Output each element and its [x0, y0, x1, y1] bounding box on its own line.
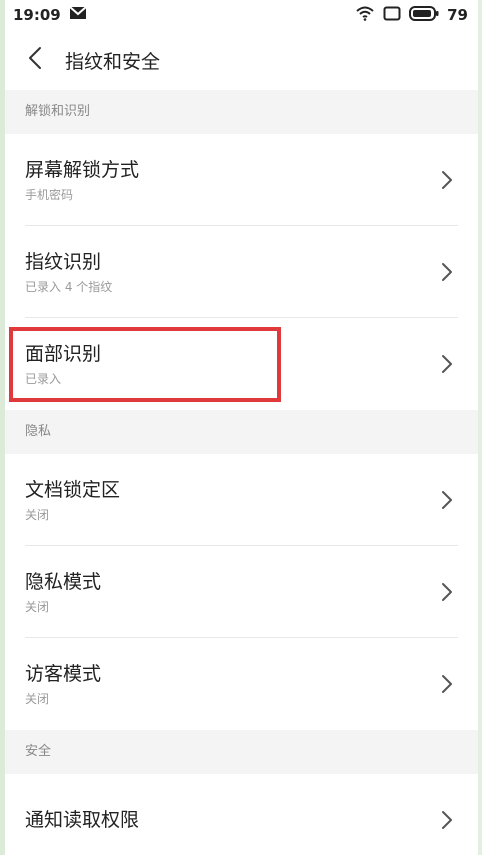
status-time: 19:09 — [13, 6, 61, 24]
chevron-left-icon — [28, 46, 42, 74]
item-subtitle: 关闭 — [25, 691, 50, 706]
chevron-right-icon — [442, 811, 452, 829]
mail-icon — [69, 6, 87, 24]
chevron-right-icon — [442, 171, 452, 189]
phone-screen: 19:09 79 指纹和安全 解锁和识别 屏幕解锁方式 手机密码 指纹识别 已录… — [5, 0, 478, 855]
item-subtitle: 手机密码 — [25, 187, 74, 202]
item-subtitle: 已录入 4 个指纹 — [25, 279, 113, 294]
list-item-screen-unlock[interactable]: 屏幕解锁方式 手机密码 — [5, 134, 478, 226]
status-bar: 19:09 79 — [5, 0, 478, 30]
chevron-right-icon — [442, 355, 452, 373]
section-header-security: 安全 — [5, 730, 478, 774]
item-title: 通知读取权限 — [25, 809, 140, 831]
item-title: 文档锁定区 — [25, 478, 121, 501]
back-button[interactable] — [5, 30, 65, 90]
item-title: 隐私模式 — [25, 570, 102, 593]
item-title: 屏幕解锁方式 — [25, 158, 140, 181]
list-item-privacy-mode[interactable]: 隐私模式 关闭 — [5, 546, 478, 638]
right-edge-decoration — [478, 0, 482, 855]
list-item-fingerprint[interactable]: 指纹识别 已录入 4 个指纹 — [5, 226, 478, 318]
battery-percent: 79 — [447, 6, 468, 24]
item-title: 访客模式 — [25, 662, 102, 685]
item-title: 指纹识别 — [25, 250, 102, 273]
list-item-face-recognition[interactable]: 面部识别 已录入 — [5, 318, 478, 410]
item-subtitle: 关闭 — [25, 599, 50, 614]
screen-icon — [383, 6, 401, 25]
list-item-document-lock[interactable]: 文档锁定区 关闭 — [5, 454, 478, 546]
item-title: 面部识别 — [25, 342, 102, 365]
wifi-icon — [355, 5, 375, 25]
chevron-right-icon — [442, 583, 452, 601]
item-subtitle: 已录入 — [25, 371, 62, 386]
app-bar: 指纹和安全 — [5, 30, 478, 90]
item-subtitle: 关闭 — [25, 507, 50, 522]
chevron-right-icon — [442, 491, 452, 509]
page-title: 指纹和安全 — [65, 50, 161, 73]
chevron-right-icon — [442, 263, 452, 281]
list-item-guest-mode[interactable]: 访客模式 关闭 — [5, 638, 478, 730]
list-item-notification-access[interactable]: 通知读取权限 — [5, 774, 478, 866]
chevron-right-icon — [442, 675, 452, 693]
battery-icon — [409, 5, 439, 25]
section-header-privacy: 隐私 — [5, 410, 478, 454]
section-header-unlock: 解锁和识别 — [5, 90, 478, 134]
